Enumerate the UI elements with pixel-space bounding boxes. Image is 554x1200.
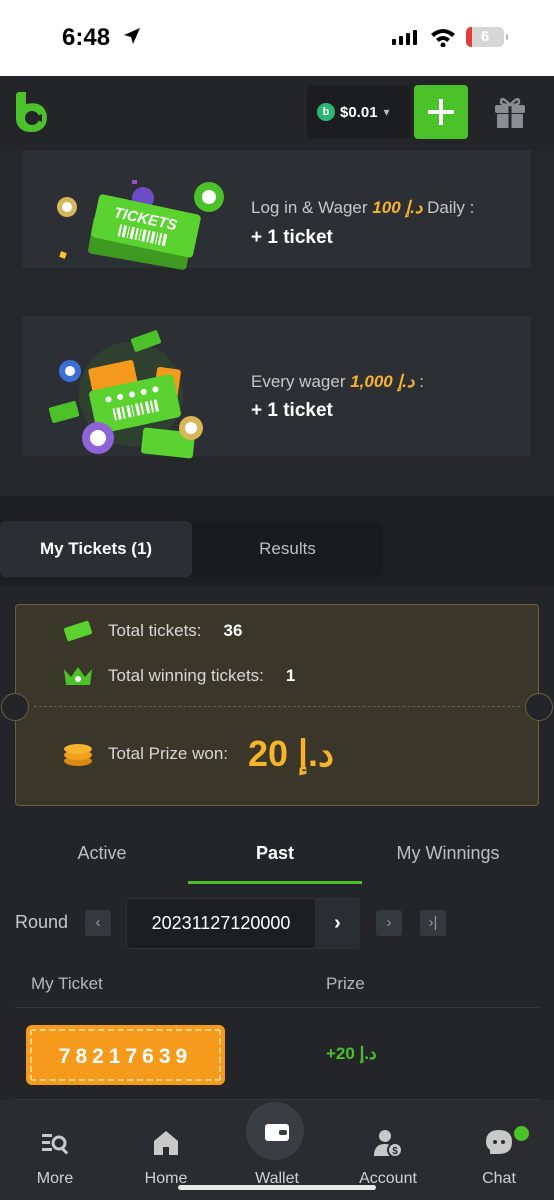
promo-daily-text-after: Daily : <box>422 198 475 217</box>
promo-daily-reward: + 1 ticket <box>251 227 333 248</box>
round-selector: Round ‹ 20231127120000 › › ›| <box>15 898 539 950</box>
round-value: 20231127120000 <box>151 913 291 933</box>
tickets-tab-bar: My Tickets (1) Results <box>0 521 383 577</box>
gift-icon[interactable] <box>493 95 527 129</box>
account-icon: $ <box>374 1130 403 1158</box>
table-row[interactable]: 78217639 +20 د.إ <box>15 1008 539 1100</box>
nav-more-label: More <box>36 1170 74 1187</box>
promo-wager-reward: + 1 ticket <box>251 400 333 421</box>
nav-chat-label: Chat <box>482 1170 516 1187</box>
winning-tickets-row: Total winning tickets: 1 <box>62 665 295 687</box>
app-header: b $0.01 ▾ <box>0 76 554 150</box>
coins-icon <box>64 744 92 766</box>
wallet-icon <box>265 1124 289 1141</box>
status-bar: 6:48 6 <box>0 0 554 76</box>
ticket-prize: +20 د.إ <box>326 1044 377 1063</box>
skip-to-end-icon: ›| <box>428 914 438 931</box>
tab-my-tickets[interactable]: My Tickets (1) <box>0 521 192 577</box>
location-arrow-icon <box>124 28 140 44</box>
search-list-icon <box>42 1134 69 1155</box>
wifi-icon <box>431 29 455 47</box>
total-tickets-value: 36 <box>223 621 243 640</box>
crown-icon <box>64 667 92 685</box>
chat-icon <box>486 1130 512 1154</box>
promo-wager-amount: 1,000 د.إ <box>350 372 415 391</box>
col-my-ticket: My Ticket <box>31 974 103 993</box>
chat-notification-dot <box>514 1126 529 1141</box>
battery-icon: 6 <box>466 27 508 47</box>
round-go-button[interactable]: › <box>315 899 360 948</box>
total-prize-row: Total Prize won: 20 د.إ <box>62 733 334 775</box>
balance-amount: $0.01 <box>340 103 378 121</box>
svg-text:$: $ <box>392 1146 398 1157</box>
ticket-icon <box>63 620 93 642</box>
promo-card-daily: TICKETS Log in & Wager 100 د.إ Daily : +… <box>22 150 531 270</box>
status-time: 6:48 <box>62 24 111 51</box>
deposit-add-button[interactable] <box>414 85 468 139</box>
plus-icon <box>428 99 454 125</box>
total-prize-label: Total Prize won: <box>108 744 228 763</box>
home-indicator <box>178 1185 376 1190</box>
nav-chat[interactable]: Chat <box>444 1100 554 1200</box>
total-tickets-label: Total tickets: <box>108 621 202 640</box>
round-input[interactable]: 20231127120000 › <box>126 898 360 949</box>
balance-selector[interactable]: b $0.01 ▾ <box>307 85 411 139</box>
tab-my-winnings[interactable]: My Winnings <box>361 822 535 884</box>
chevron-left-icon: ‹ <box>95 914 101 931</box>
tickets-illustration-icon: TICKETS <box>57 180 224 270</box>
tab-past[interactable]: Past <box>188 822 362 884</box>
promo-daily-text-before: Log in & Wager <box>251 198 373 217</box>
tickets-table-header: My Ticket Prize <box>15 958 539 1008</box>
promo-daily-text: Log in & Wager 100 د.إ Daily : <box>251 198 474 218</box>
home-icon <box>154 1131 178 1155</box>
ticket-notch-right <box>525 693 553 721</box>
chevron-down-icon: ▾ <box>383 105 390 119</box>
winning-tickets-value: 1 <box>285 666 296 685</box>
total-tickets-row: Total tickets: 36 <box>62 620 242 642</box>
previous-round-button[interactable]: ‹ <box>85 910 111 936</box>
promo-card-wager: Every wager 1,000 د.إ : + 1 ticket <box>22 316 531 459</box>
last-round-button[interactable]: ›| <box>420 910 446 936</box>
ticket-number: 78217639 <box>26 1025 225 1085</box>
ticket-status-tabs: Active Past My Winnings <box>15 822 539 884</box>
promo-wager-text-before: Every wager <box>251 372 351 391</box>
my-tickets-panel: Total tickets: 36 Total winning tickets:… <box>0 586 554 1100</box>
total-prize-value: 20 د.إ <box>248 733 335 774</box>
bc-coin-icon: b <box>317 103 335 121</box>
tickets-bonus-illustration-icon <box>48 330 203 459</box>
winning-tickets-label: Total winning tickets: <box>108 666 264 685</box>
tickets-summary-card: Total tickets: 36 Total winning tickets:… <box>1 604 553 806</box>
promo-wager-text-after: : <box>414 372 424 391</box>
promo-daily-amount: 100 د.إ <box>372 198 423 217</box>
nav-more[interactable]: More <box>0 1100 110 1200</box>
promo-wager-text: Every wager 1,000 د.إ : <box>251 372 424 392</box>
round-label: Round <box>15 912 69 932</box>
ticket-divider <box>34 706 520 707</box>
cellular-signal-icon <box>392 30 417 45</box>
ticket-notch-left <box>1 693 29 721</box>
promo-section: TICKETS Log in & Wager 100 د.إ Daily : +… <box>0 150 554 496</box>
bc-logo-icon[interactable] <box>14 90 50 134</box>
col-prize: Prize <box>326 974 365 993</box>
tab-active[interactable]: Active <box>15 822 189 884</box>
chevron-right-icon: › <box>334 912 341 934</box>
tab-results[interactable]: Results <box>192 521 383 577</box>
next-round-button[interactable]: › <box>376 910 402 936</box>
chevron-right-icon: › <box>386 914 392 931</box>
